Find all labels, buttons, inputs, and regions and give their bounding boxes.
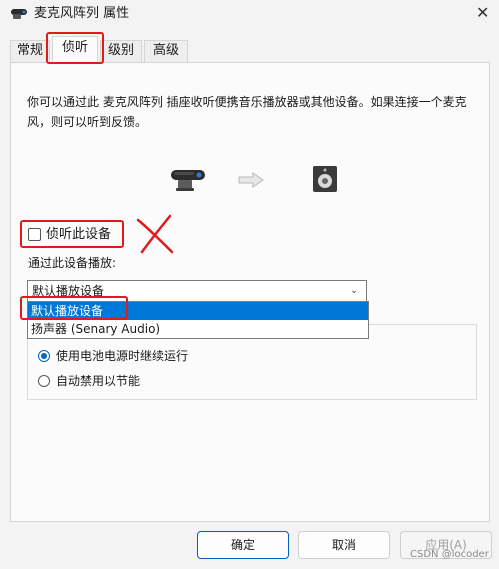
speaker-icon xyxy=(313,166,337,192)
tab-levels[interactable]: 级别 xyxy=(100,40,142,62)
watermark: CSDN @locoder xyxy=(410,549,489,560)
microphone-array-icon xyxy=(11,9,27,19)
window-title: 麦克风阵列 属性 xyxy=(34,6,130,21)
continue-on-battery-label[interactable]: 使用电池电源时继续运行 xyxy=(56,348,188,364)
ok-button[interactable]: 确定 xyxy=(197,531,289,559)
annotation-box-checkbox xyxy=(20,220,124,248)
auto-disable-radio[interactable] xyxy=(38,375,50,387)
close-icon[interactable]: ✕ xyxy=(476,4,489,22)
annotation-box-option xyxy=(20,296,128,320)
tab-advanced[interactable]: 高级 xyxy=(144,40,188,62)
continue-on-battery-radio[interactable] xyxy=(38,350,50,362)
tab-general[interactable]: 常规 xyxy=(10,40,50,62)
listen-description: 你可以通过此 麦克风阵列 插座收听便携音乐播放器或其他设备。如果连接一个麦克风，… xyxy=(27,95,467,129)
playback-device-label: 通过此设备播放: xyxy=(28,256,117,270)
arrow-right-icon xyxy=(238,172,264,188)
chevron-down-icon[interactable]: ⌄ xyxy=(350,283,358,299)
auto-disable-label[interactable]: 自动禁用以节能 xyxy=(56,373,140,389)
option-speaker-senary-audio[interactable]: 扬声器 (Senary Audio) xyxy=(28,320,368,338)
annotation-box-tab xyxy=(46,32,104,64)
cancel-button[interactable]: 取消 xyxy=(298,531,390,559)
annotation-cross-icon xyxy=(136,214,174,254)
microphone-array-icon xyxy=(171,170,205,191)
